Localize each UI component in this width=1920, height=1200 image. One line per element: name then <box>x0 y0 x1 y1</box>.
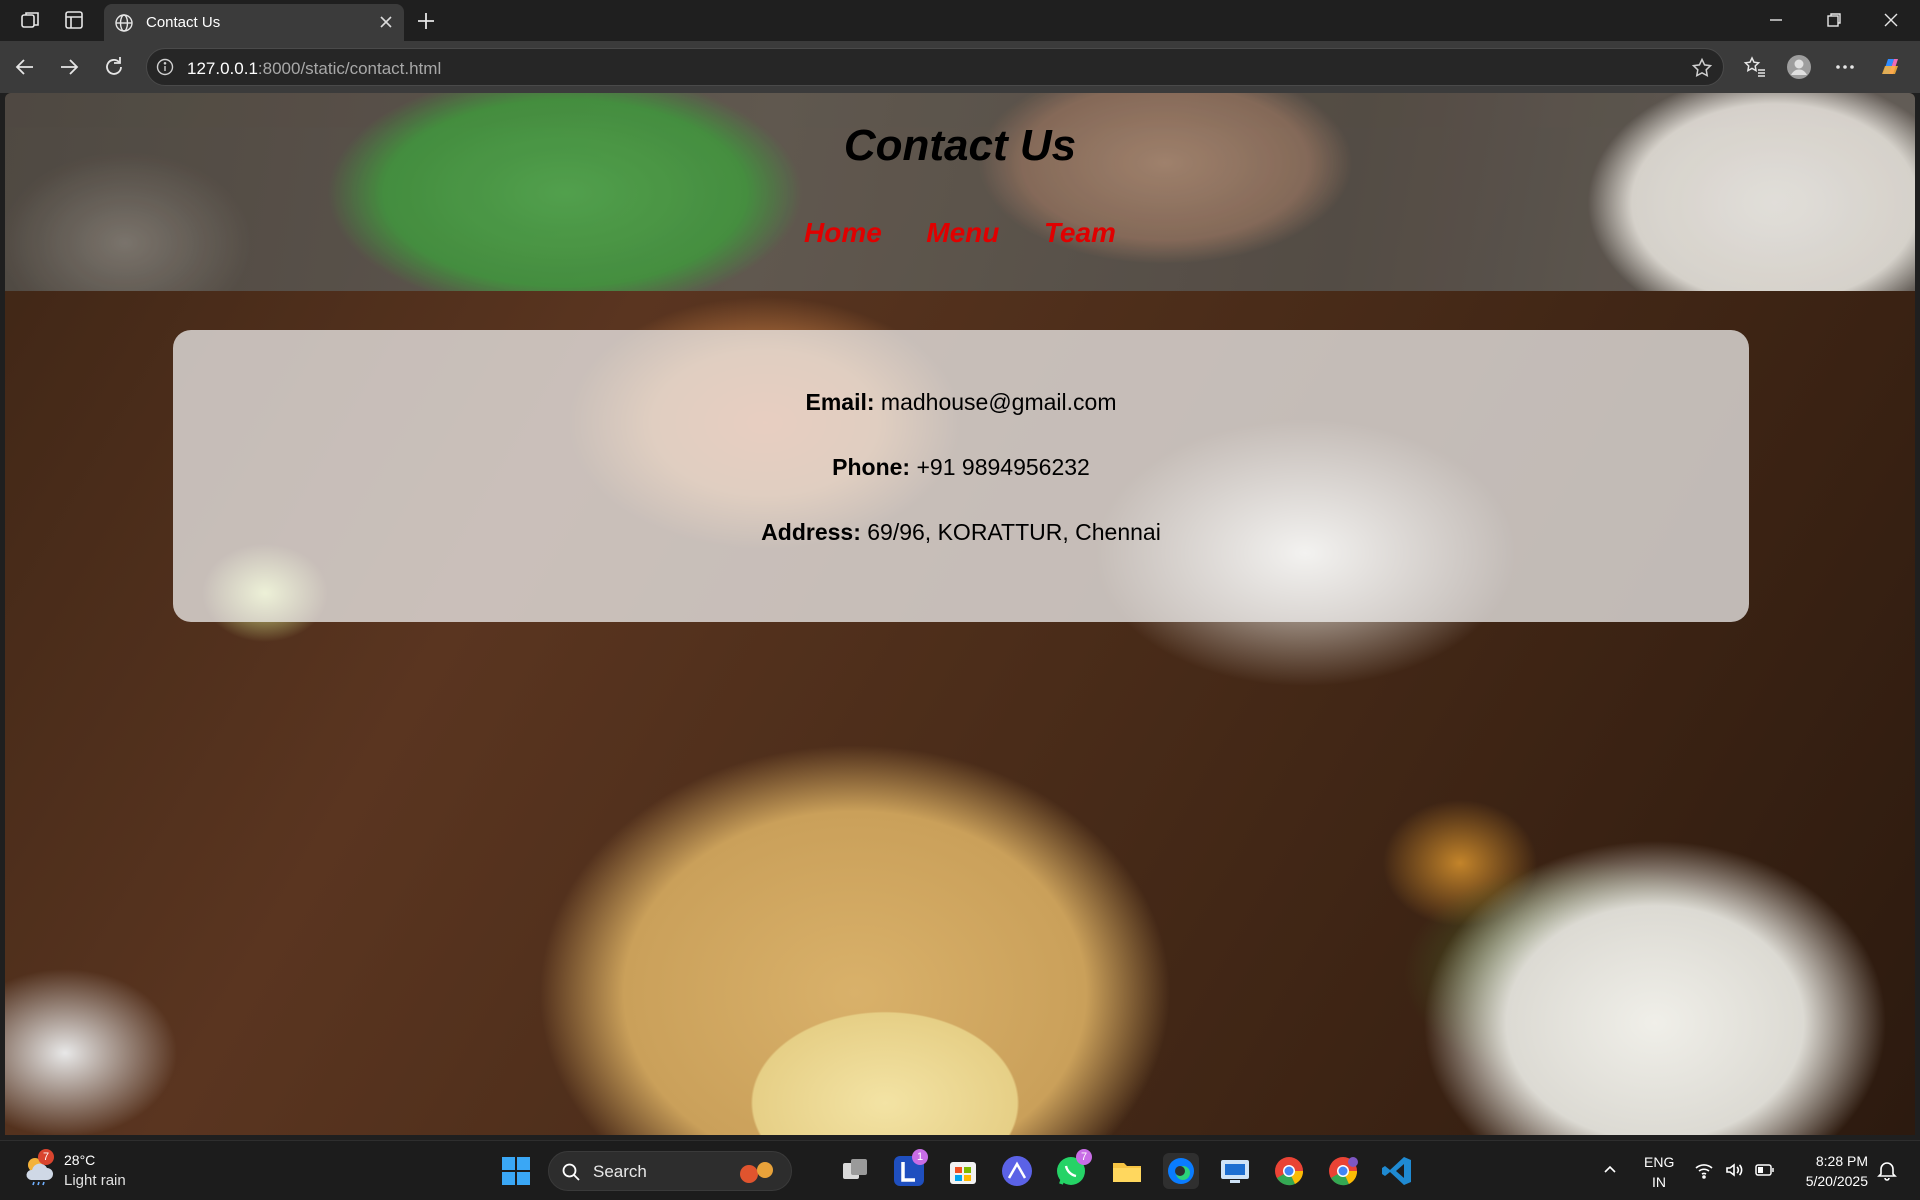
profile-avatar-icon[interactable] <box>1786 54 1812 80</box>
address-bar[interactable]: 127.0.0.1:8000/static/contact.html <box>146 48 1724 86</box>
taskbar-search[interactable]: Search <box>548 1151 792 1191</box>
address-line: Address: 69/96, KORATTUR, Chennai <box>173 519 1749 546</box>
refresh-icon[interactable] <box>101 54 127 80</box>
minimize-icon[interactable] <box>1766 10 1786 30</box>
address-value: 69/96, KORATTUR, Chennai <box>867 519 1161 545</box>
weather-badge: 7 <box>38 1149 54 1165</box>
favorites-icon[interactable] <box>1742 54 1768 80</box>
start-windows-icon[interactable] <box>498 1153 534 1189</box>
edge-browser-icon[interactable] <box>1163 1153 1199 1189</box>
new-tab-icon[interactable] <box>414 9 438 33</box>
address-toolbar: 127.0.0.1:8000/static/contact.html <box>0 41 1920 93</box>
search-highlight-icon <box>733 1158 781 1186</box>
back-icon[interactable] <box>12 54 38 80</box>
tab-title: Contact Us <box>146 14 221 31</box>
site-info-icon[interactable] <box>155 57 175 77</box>
favorite-star-icon[interactable] <box>1691 57 1713 79</box>
search-icon <box>561 1162 581 1182</box>
email-line: Email: madhouse@gmail.com <box>173 389 1749 416</box>
system-clock[interactable]: 8:28 PM 5/20/2025 <box>1806 1151 1868 1191</box>
chrome-profile-icon[interactable] <box>1325 1153 1361 1189</box>
notifications-icon[interactable] <box>1876 1159 1898 1184</box>
search-label: Search <box>593 1162 647 1181</box>
url-path: :8000/static/contact.html <box>257 59 442 78</box>
forward-icon[interactable] <box>56 54 82 80</box>
browser-tab-bar: Contact Us <box>0 0 1920 41</box>
taskbar: 7 28°C Light rain Search 1 7 ENG IN 8:28… <box>0 1140 1920 1200</box>
weather-temp: 28°C <box>64 1152 96 1168</box>
phone-value: +91 9894956232 <box>916 454 1090 480</box>
clock-time: 8:28 PM <box>1815 1153 1868 1169</box>
address-label: Address: <box>761 519 861 545</box>
chrome-icon[interactable] <box>1271 1153 1307 1189</box>
clock-date: 5/20/2025 <box>1805 1173 1868 1189</box>
wifi-icon[interactable] <box>1694 1160 1714 1183</box>
url-host: 127.0.0.1 <box>187 59 258 78</box>
app-triangle-icon[interactable] <box>999 1153 1035 1189</box>
phone-line: Phone: +91 9894956232 <box>173 454 1749 481</box>
phone-label: Phone: <box>832 454 911 480</box>
language-bottom: IN <box>1652 1174 1666 1190</box>
main-nav: Home Menu Team <box>5 217 1915 249</box>
nav-link-team[interactable]: Team <box>1044 217 1116 249</box>
close-window-icon[interactable] <box>1881 10 1901 30</box>
file-explorer-icon[interactable] <box>1109 1153 1145 1189</box>
language-top: ENG <box>1644 1154 1675 1170</box>
url-text: 127.0.0.1:8000/static/contact.html <box>187 59 441 79</box>
contact-card: Email: madhouse@gmail.com Phone: +91 989… <box>173 330 1749 622</box>
whatsapp-badge: 7 <box>1076 1149 1092 1165</box>
restore-icon[interactable] <box>1824 10 1844 30</box>
tab-actions-icon[interactable] <box>62 8 86 32</box>
task-view-icon[interactable] <box>837 1153 873 1189</box>
volume-icon[interactable] <box>1724 1160 1744 1183</box>
more-options-icon[interactable] <box>1832 54 1858 80</box>
nav-link-menu[interactable]: Menu <box>926 217 999 249</box>
weather-desc: Light rain <box>64 1172 126 1189</box>
copilot-icon[interactable] <box>1878 54 1904 80</box>
workspaces-icon[interactable] <box>18 8 42 32</box>
store-icon[interactable] <box>945 1153 981 1189</box>
email-value: madhouse@gmail.com <box>880 389 1117 415</box>
nav-link-home[interactable]: Home <box>804 217 882 249</box>
page-title: Contact Us <box>843 121 1077 170</box>
tab-contact-us[interactable]: Contact Us <box>104 4 404 41</box>
lens-badge: 1 <box>912 1149 928 1165</box>
vscode-icon[interactable] <box>1379 1153 1415 1189</box>
page-viewport: Contact Us Home Menu Team Email: madhous… <box>5 93 1915 1135</box>
globe-icon <box>114 13 134 33</box>
remote-desktop-icon[interactable] <box>1217 1153 1253 1189</box>
language-indicator[interactable]: ENG IN <box>1644 1152 1674 1192</box>
battery-icon[interactable] <box>1754 1160 1776 1183</box>
email-label: Email: <box>805 389 875 415</box>
show-hidden-icons-icon[interactable] <box>1600 1159 1620 1182</box>
close-tab-icon[interactable] <box>376 12 396 32</box>
